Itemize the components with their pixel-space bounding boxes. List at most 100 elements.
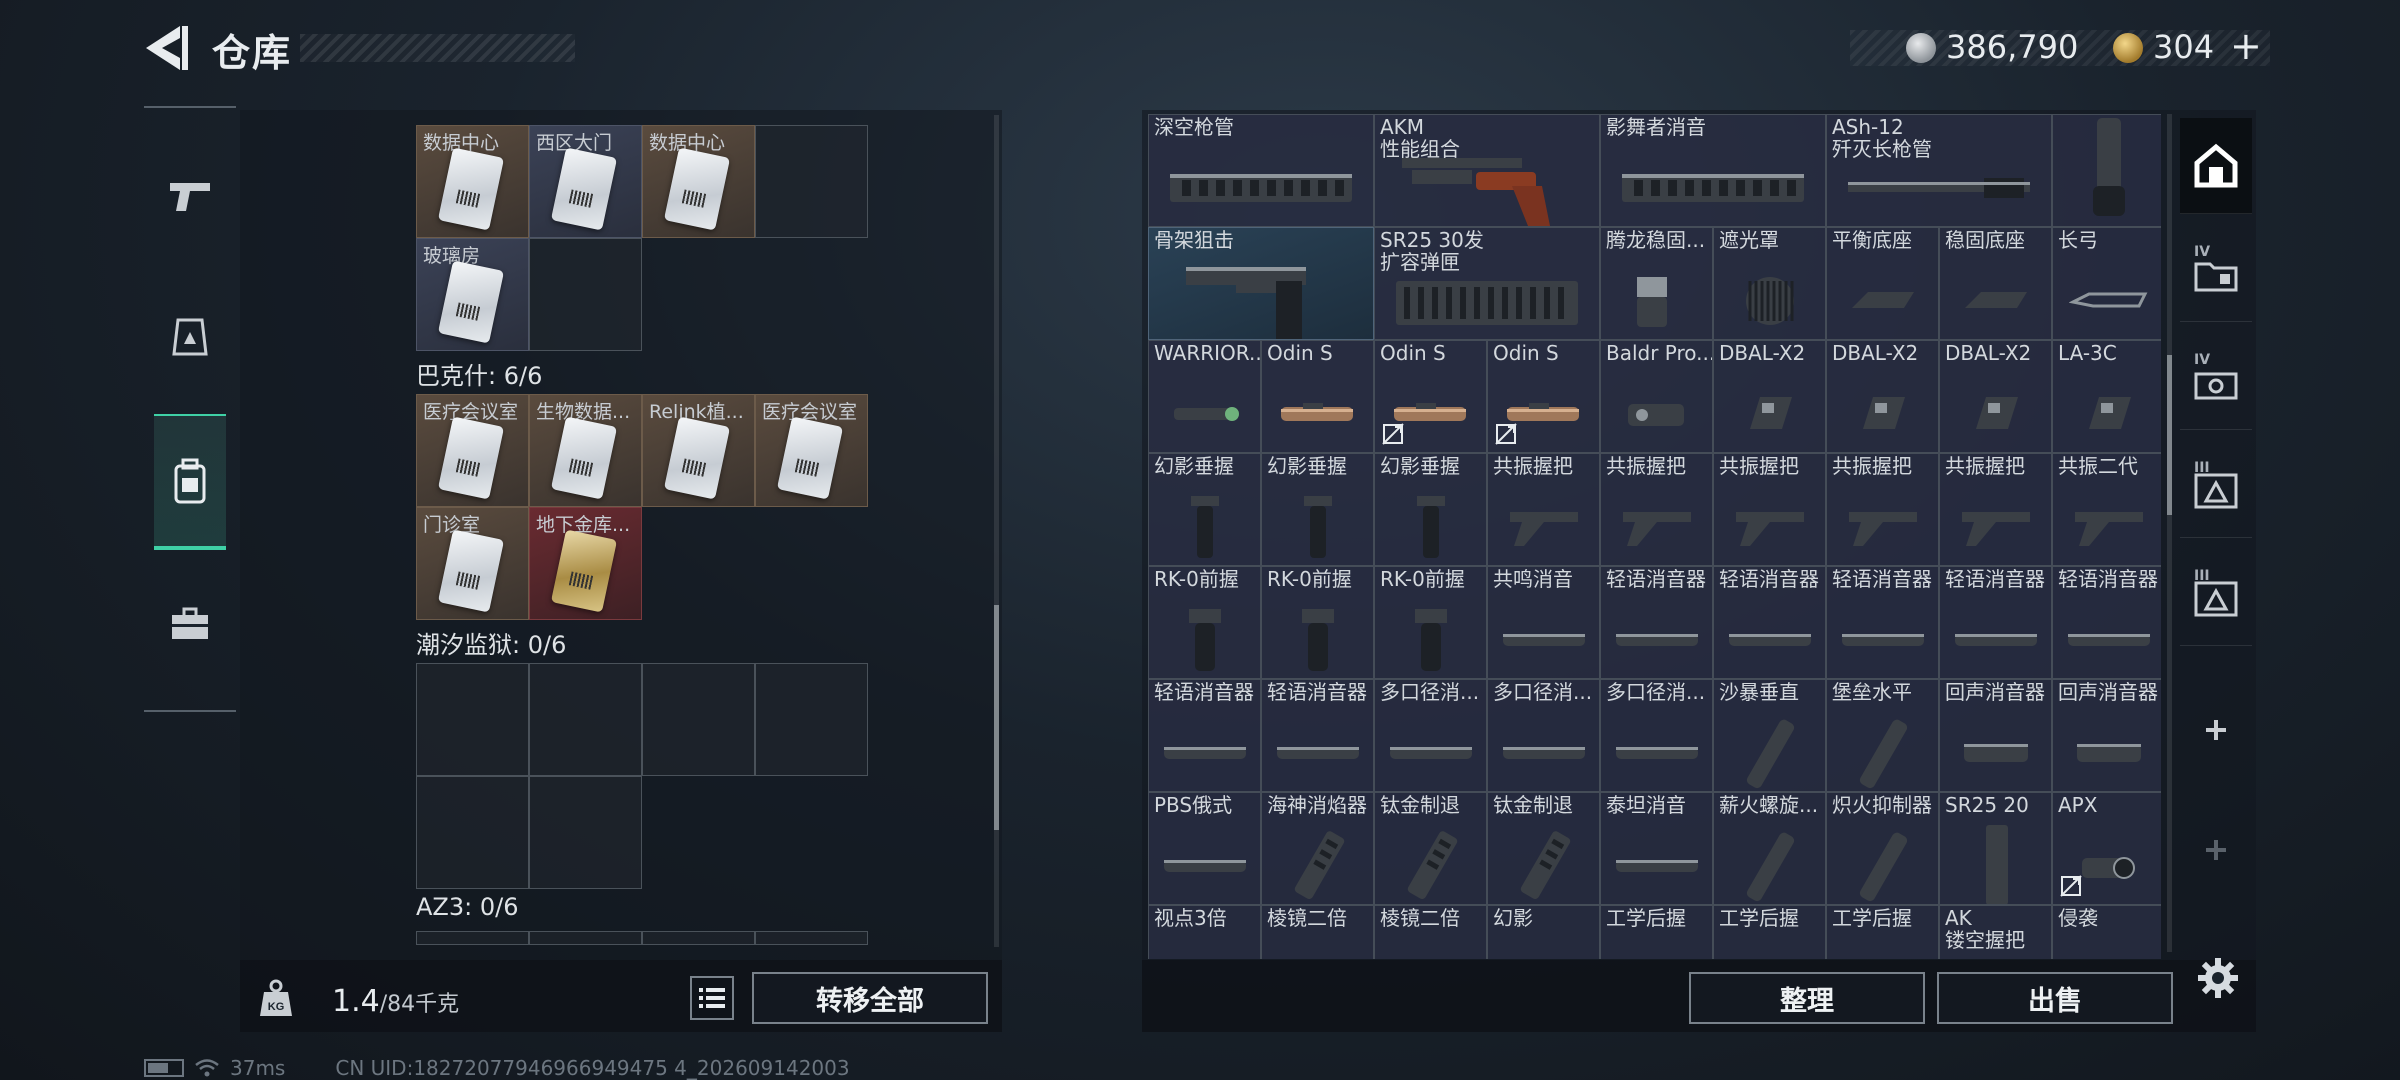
stash-item[interactable]: DBAL-X2: [1826, 340, 1939, 453]
stash-item[interactable]: WARRIOR...: [1148, 340, 1261, 453]
stash-item[interactable]: 共振握把: [1826, 453, 1939, 566]
stash-item[interactable]: SR25 30发 扩容弹匣: [1374, 227, 1600, 340]
stash-item[interactable]: 多口径消...: [1600, 679, 1713, 792]
empty-slot[interactable]: [529, 238, 642, 351]
stash-item[interactable]: AK 镂空握把: [1939, 905, 2052, 959]
keycard-slot[interactable]: 玻璃房: [416, 238, 529, 351]
keycard-slot[interactable]: Relink植...: [642, 394, 755, 507]
stash-item[interactable]: 深空枪管: [1148, 114, 1374, 227]
stash-item[interactable]: 轻语消音器: [1261, 679, 1374, 792]
stash-item[interactable]: 侵袭: [2052, 905, 2161, 959]
stash-item[interactable]: 遮光罩: [1713, 227, 1826, 340]
stash-item[interactable]: 泰坦消音: [1600, 792, 1713, 905]
stash-item[interactable]: LA-3C: [2052, 340, 2161, 453]
stash-item[interactable]: 共振二代: [2052, 453, 2161, 566]
keycard-slot[interactable]: 西区大门: [529, 125, 642, 238]
containers-scroll-thumb[interactable]: [994, 605, 999, 830]
stash-item[interactable]: 稳固底座: [1939, 227, 2052, 340]
stash-item[interactable]: 幻影垂握: [1261, 453, 1374, 566]
stash-item[interactable]: 炽火抑制器: [1826, 792, 1939, 905]
keycard-slot[interactable]: 生物数据...: [529, 394, 642, 507]
stash-item[interactable]: 钛金制退: [1487, 792, 1600, 905]
keycard-slot[interactable]: 医疗会议室: [416, 394, 529, 507]
stash-item[interactable]: Odin S: [1487, 340, 1600, 453]
empty-slot[interactable]: [642, 663, 755, 776]
stash-item[interactable]: 轻语消音器: [1939, 566, 2052, 679]
stash-item[interactable]: 长弓: [2052, 227, 2161, 340]
stash-item[interactable]: 共振握把: [1939, 453, 2052, 566]
keycard-slot[interactable]: 数据中心: [416, 125, 529, 238]
stash-tab-1[interactable]: [2180, 118, 2252, 214]
stash-tab-2[interactable]: IV: [2180, 226, 2252, 322]
stash-item[interactable]: DBAL-X2: [1939, 340, 2052, 453]
stash-item[interactable]: 多口径消...: [1487, 679, 1600, 792]
empty-slot[interactable]: [529, 776, 642, 889]
add-gold-button[interactable]: +: [2230, 24, 2262, 68]
stash-item[interactable]: 薪火螺旋...: [1713, 792, 1826, 905]
stash-item[interactable]: 工学后握: [1713, 905, 1826, 959]
stash-item[interactable]: RK-0前握: [1261, 566, 1374, 679]
stash-item[interactable]: 多口径消...: [1374, 679, 1487, 792]
empty-slot[interactable]: [755, 125, 868, 238]
stash-item[interactable]: 影舞者消音: [1600, 114, 1826, 227]
stash-tab-5[interactable]: III: [2180, 550, 2252, 646]
sell-button[interactable]: 出售: [1937, 972, 2173, 1024]
stash-item[interactable]: DBAL-X2: [1713, 340, 1826, 453]
stash-item[interactable]: 轻语消音器: [1713, 566, 1826, 679]
stash-item[interactable]: 幻影: [1487, 905, 1600, 959]
stash-item[interactable]: [2052, 114, 2161, 227]
stash-item[interactable]: 平衡底座: [1826, 227, 1939, 340]
stash-item[interactable]: 幻影垂握: [1374, 453, 1487, 566]
stash-item[interactable]: 棱镜二倍: [1374, 905, 1487, 959]
stash-item[interactable]: SR25 20: [1939, 792, 2052, 905]
stash-item[interactable]: 共振握把: [1487, 453, 1600, 566]
stash-item[interactable]: 共振握把: [1713, 453, 1826, 566]
stash-item[interactable]: APX: [2052, 792, 2161, 905]
stash-item[interactable]: Odin S: [1261, 340, 1374, 453]
stash-scroll-thumb[interactable]: [2167, 355, 2172, 515]
stash-tab-4[interactable]: III: [2180, 442, 2252, 538]
stash-item[interactable]: AKM 性能组合: [1374, 114, 1600, 227]
back-button[interactable]: [140, 22, 190, 74]
stash-tab-3[interactable]: IV: [2180, 334, 2252, 430]
category-tools[interactable]: [154, 578, 226, 670]
keycard-slot[interactable]: 医疗会议室: [755, 394, 868, 507]
empty-slot[interactable]: [416, 776, 529, 889]
category-containers[interactable]: [154, 414, 226, 550]
stash-item[interactable]: 骨架狙击: [1148, 227, 1374, 340]
settings-gear-icon[interactable]: [2196, 956, 2240, 1000]
empty-slot[interactable]: [416, 663, 529, 776]
empty-slot[interactable]: [642, 931, 755, 945]
empty-slot[interactable]: [755, 931, 868, 945]
stash-item[interactable]: 幻影垂握: [1148, 453, 1261, 566]
stash-item[interactable]: 轻语消音器: [1600, 566, 1713, 679]
stash-item[interactable]: 视点3倍: [1148, 905, 1261, 959]
stash-item[interactable]: 轻语消音器: [2052, 566, 2161, 679]
stash-item[interactable]: 海神消焰器: [1261, 792, 1374, 905]
stash-scrollbar[interactable]: [2167, 114, 2172, 952]
stash-item[interactable]: RK-0前握: [1148, 566, 1261, 679]
category-gear[interactable]: [154, 290, 226, 382]
stash-item[interactable]: 共鸣消音: [1487, 566, 1600, 679]
stash-item[interactable]: 工学后握: [1600, 905, 1713, 959]
stash-item[interactable]: RK-0前握: [1374, 566, 1487, 679]
stash-item[interactable]: 钛金制退: [1374, 792, 1487, 905]
keycard-slot[interactable]: 地下金库...: [529, 507, 642, 620]
stash-item[interactable]: ASh-12 歼灭长枪管: [1826, 114, 2052, 227]
transfer-all-button[interactable]: 转移全部: [752, 972, 988, 1024]
stash-item[interactable]: Baldr Pro...: [1600, 340, 1713, 453]
empty-slot[interactable]: [529, 931, 642, 945]
stash-item[interactable]: 沙暴垂直: [1713, 679, 1826, 792]
empty-slot[interactable]: [416, 931, 529, 945]
keycard-slot[interactable]: 门诊室: [416, 507, 529, 620]
stash-tab-7[interactable]: [2180, 802, 2252, 898]
stash-item[interactable]: 工学后握: [1826, 905, 1939, 959]
stash-item[interactable]: 轻语消音器: [1148, 679, 1261, 792]
stash-item[interactable]: 共振握把: [1600, 453, 1713, 566]
empty-slot[interactable]: [529, 663, 642, 776]
stash-item[interactable]: 回声消音器: [1939, 679, 2052, 792]
category-weapons[interactable]: [154, 150, 226, 242]
stash-item[interactable]: 轻语消音器: [1826, 566, 1939, 679]
stash-item[interactable]: 腾龙稳固...: [1600, 227, 1713, 340]
sort-button[interactable]: 整理: [1689, 972, 1925, 1024]
